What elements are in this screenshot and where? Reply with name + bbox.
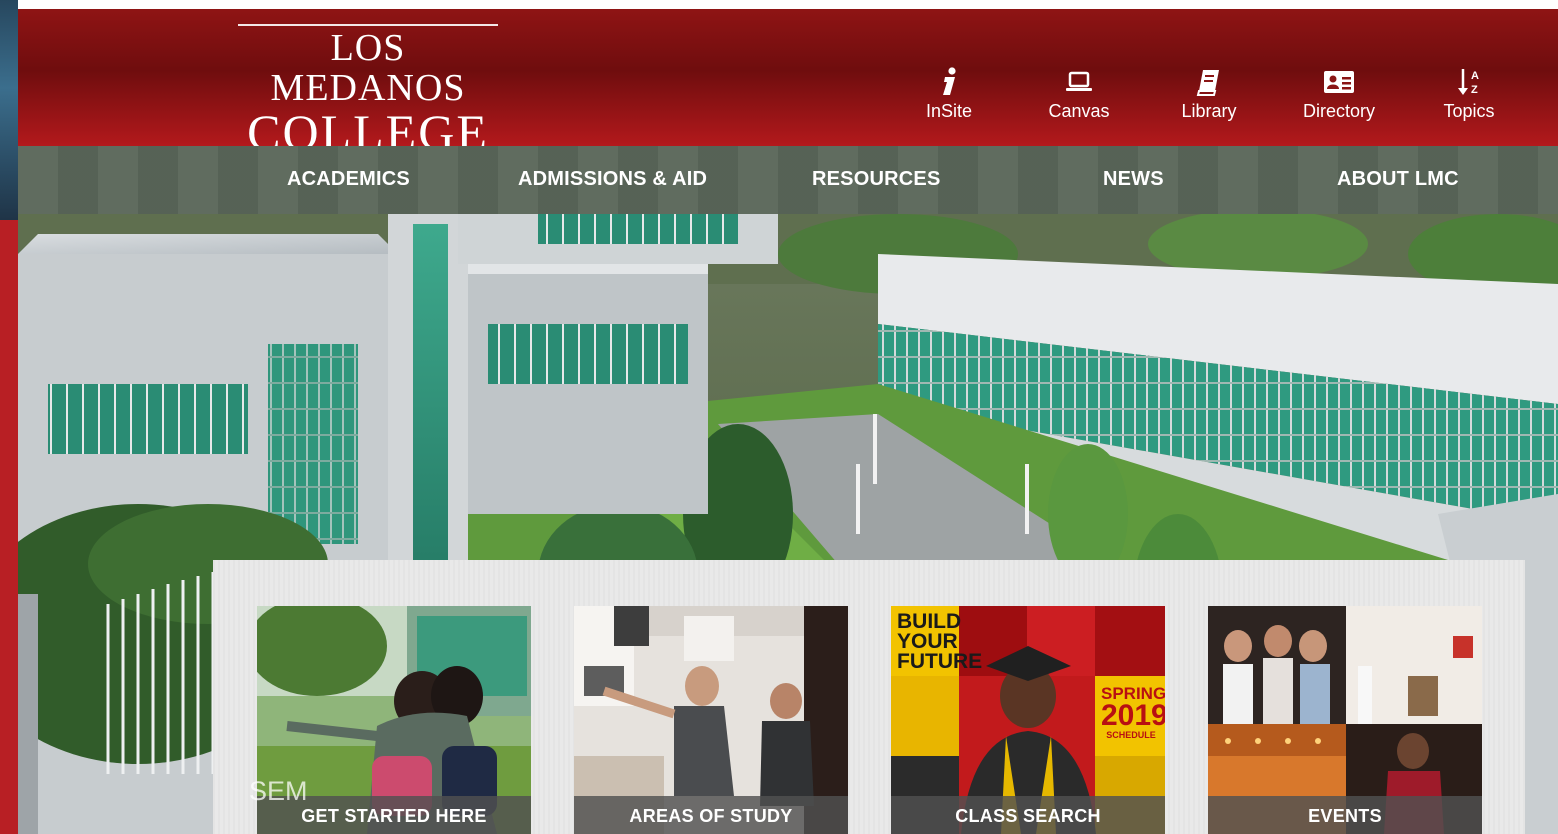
main-navigation: ACADEMICS ADMISSIONS & AID RESOURCES NEW… — [18, 146, 1558, 214]
nav-academics[interactable]: ACADEMICS — [287, 168, 410, 191]
top-gap — [18, 0, 1558, 9]
quicklink-canvas[interactable]: Canvas — [1014, 67, 1144, 122]
quicklink-label: Directory — [1302, 101, 1375, 121]
college-logo[interactable]: LOS MEDANOS COLLEGE — [238, 24, 498, 158]
nav-resources[interactable]: RESOURCES — [812, 168, 941, 191]
laptop-icon — [1066, 71, 1092, 91]
poster-headline: BUILD YOUR FUTURE — [897, 610, 983, 673]
hero-bottom-white — [18, 790, 213, 834]
address-card-icon — [1324, 71, 1354, 93]
card-label: CLASS SEARCH — [891, 796, 1165, 834]
svg-text:A: A — [1471, 70, 1479, 82]
quicklink-label: Topics — [1443, 101, 1495, 121]
nav-texture — [18, 146, 1558, 214]
sort-az-icon: A Z — [1458, 69, 1479, 96]
poster-line-3: FUTURE — [897, 649, 983, 673]
card-class-search[interactable]: BUILD YOUR FUTURE SPRING 2019 SCHEDULE C… — [891, 606, 1165, 834]
book-icon — [1196, 70, 1219, 96]
page: LOS MEDANOS COLLEGE InSite Canvas Librar… — [0, 0, 1558, 834]
quicklinks: InSite Canvas Library Directory A Z Topi… — [884, 67, 1534, 122]
quicklink-topics[interactable]: A Z Topics — [1404, 67, 1534, 122]
poster-line-1: BUILD — [897, 610, 962, 633]
logo-line-1: LOS MEDANOS — [270, 27, 466, 109]
quicklink-directory[interactable]: Directory — [1274, 67, 1404, 122]
hero-overlay-text: SEM — [249, 776, 308, 806]
card-label: AREAS OF STUDY — [574, 796, 848, 834]
quicklink-label: Canvas — [1048, 101, 1110, 121]
poster-year: 2019 — [1101, 699, 1165, 733]
nav-news[interactable]: NEWS — [1103, 168, 1164, 191]
nav-admissions-aid[interactable]: ADMISSIONS & AID — [518, 168, 707, 191]
nav-about-lmc[interactable]: ABOUT LMC — [1337, 168, 1459, 191]
logo-top-rule — [238, 24, 498, 26]
card-areas-of-study[interactable]: AREAS OF STUDY — [574, 606, 848, 834]
site-header: LOS MEDANOS COLLEGE InSite Canvas Librar… — [18, 9, 1558, 158]
quicklink-library[interactable]: Library — [1144, 67, 1274, 122]
info-icon — [943, 67, 956, 95]
card-label: EVENTS — [1208, 796, 1482, 834]
svg-text:Z: Z — [1471, 84, 1478, 96]
left-photo-sliver — [0, 0, 18, 220]
poster-line-2: YOUR — [897, 629, 958, 653]
card-events[interactable]: EVENTS — [1208, 606, 1482, 834]
left-edge-strip — [0, 0, 18, 834]
quicklink-label: Library — [1181, 101, 1237, 121]
quicklink-insite[interactable]: InSite — [884, 67, 1014, 122]
quicklink-label: InSite — [925, 101, 973, 121]
poster-schedule-text: SCHEDULE — [1106, 729, 1156, 740]
poster-schedule-badge: SPRING 2019 SCHEDULE — [1101, 685, 1165, 740]
